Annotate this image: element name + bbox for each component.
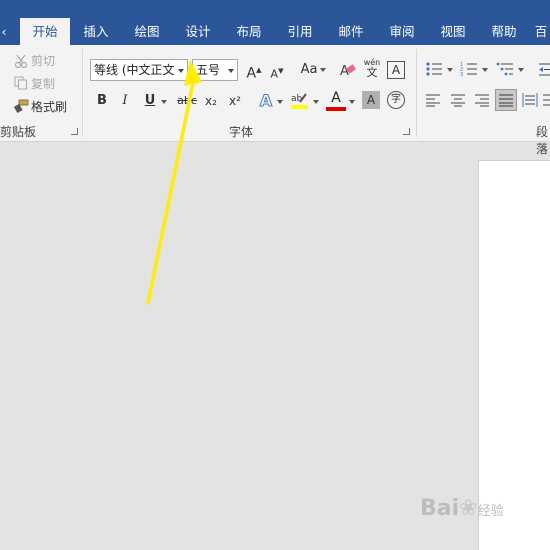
paw-icon: ❀ <box>459 496 478 521</box>
watermark: Bai❀经验 <box>420 496 504 521</box>
annotation-arrow-shaft <box>146 76 196 305</box>
annotation-arrow <box>146 60 202 305</box>
annotation-arrow-head <box>184 60 202 86</box>
